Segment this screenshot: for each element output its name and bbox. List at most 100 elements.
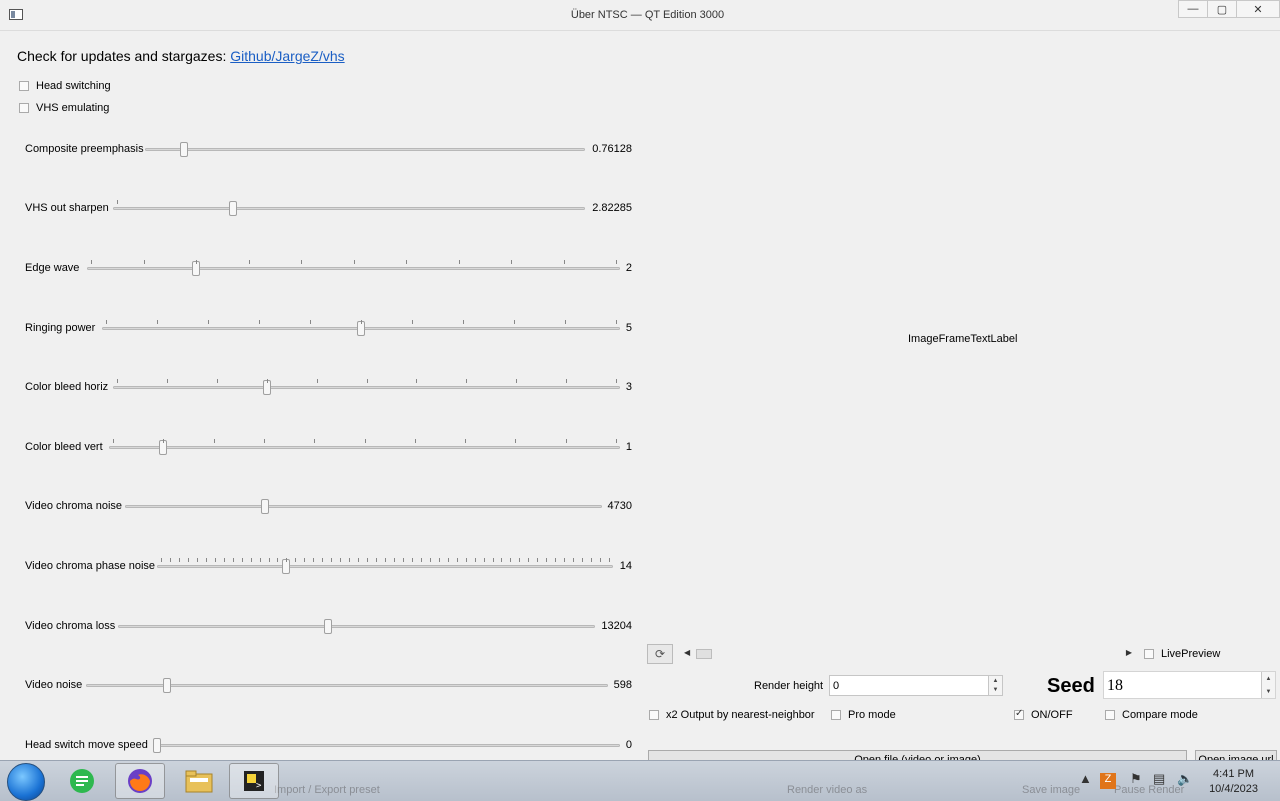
slider-tick: [414, 439, 416, 443]
slider-tick: [402, 558, 404, 562]
x2-output-checkbox-row[interactable]: x2 Output by nearest-neighbor: [649, 709, 815, 721]
slider-label: VHS out sharpen: [25, 202, 109, 214]
slider-tick: [232, 558, 234, 562]
slider-tick: [353, 260, 355, 264]
image-frame-label: ImageFrameTextLabel: [908, 333, 1018, 345]
firefox-icon[interactable]: [115, 763, 165, 799]
scroll-right-icon[interactable]: ▶: [1126, 648, 1132, 657]
slider-tick: [406, 260, 407, 264]
slider-track[interactable]: [153, 744, 620, 747]
slider-handle[interactable]: [261, 499, 269, 514]
slider-track[interactable]: [109, 446, 620, 449]
slider-tick: [268, 558, 270, 562]
slider-tick: [316, 379, 318, 383]
minimize-button[interactable]: —: [1178, 0, 1208, 18]
scrollbar-thumb[interactable]: [696, 649, 712, 659]
slider-tick: [166, 379, 168, 383]
slider-handle[interactable]: [153, 738, 161, 753]
slider-tick: [361, 320, 362, 324]
on-off-checkbox[interactable]: [1014, 708, 1024, 720]
live-preview-checkbox-row[interactable]: LivePreview: [1144, 648, 1220, 660]
start-button[interactable]: [7, 763, 45, 801]
updates-header: Check for updates and stargazes: Github/…: [17, 48, 345, 64]
slider-tick: [516, 379, 518, 383]
save-image-button-ghost[interactable]: Save image: [1022, 784, 1080, 796]
network-icon[interactable]: ▤: [1153, 771, 1165, 787]
slider-track[interactable]: [125, 505, 602, 508]
slider-label: Edge wave: [25, 262, 80, 274]
slider-tick: [208, 320, 209, 324]
slider-tick: [537, 558, 539, 562]
compare-mode-checkbox-row[interactable]: Compare mode: [1105, 709, 1198, 721]
render-height-spinbox[interactable]: 0 ▲ ▼: [829, 675, 1003, 696]
slider-track[interactable]: [157, 565, 613, 568]
window-controls: — ▢ ✕: [1178, 0, 1280, 20]
live-preview-checkbox[interactable]: [1144, 649, 1154, 659]
slider-tick: [519, 558, 521, 562]
close-button[interactable]: ✕: [1236, 0, 1280, 18]
slider-video-noise: Video noise 598: [25, 676, 632, 696]
volume-icon[interactable]: 🔈: [1177, 771, 1193, 787]
slider-track[interactable]: [118, 625, 595, 628]
on-off-checkbox-row[interactable]: ON/OFF: [1014, 708, 1073, 721]
render-video-button-ghost[interactable]: Render video as: [787, 784, 867, 796]
head-switching-checkbox[interactable]: [19, 81, 29, 91]
import-export-button-ghost[interactable]: Import / Export preset: [274, 784, 380, 796]
slider-tick: [456, 558, 458, 562]
frame-scrollbar[interactable]: ◀ ▶: [680, 646, 1136, 662]
slider-tick: [412, 320, 413, 324]
pro-mode-checkbox[interactable]: [831, 710, 841, 720]
tray-expand-icon[interactable]: ▲: [1079, 771, 1092, 786]
slider-value: 13204: [601, 620, 632, 632]
pro-mode-label: Pro mode: [848, 709, 896, 721]
spreadsheet-app-icon[interactable]: [57, 763, 107, 799]
slider-tick: [420, 558, 422, 562]
slider-tick: [616, 260, 617, 264]
slider-track[interactable]: [145, 148, 585, 151]
live-preview-label: LivePreview: [1161, 648, 1221, 660]
slider-handle[interactable]: [229, 201, 237, 216]
slider-tick: [223, 558, 225, 562]
slider-handle[interactable]: [163, 678, 172, 693]
pro-mode-checkbox-row[interactable]: Pro mode: [831, 709, 896, 721]
file-explorer-icon[interactable]: [174, 763, 224, 799]
spin-down-icon[interactable]: ▼: [988, 685, 1002, 695]
slider-label: Color bleed horiz: [25, 381, 109, 393]
head-switching-checkbox-row[interactable]: Head switching: [19, 80, 111, 92]
slider-tick: [616, 320, 617, 324]
slider-tick: [314, 439, 316, 443]
spin-up-icon[interactable]: ▲: [1261, 672, 1275, 685]
slider-tick: [582, 558, 584, 562]
seed-value: 18: [1107, 677, 1123, 694]
vhs-emulating-checkbox-row[interactable]: VHS emulating: [19, 102, 109, 114]
scroll-left-icon[interactable]: ◀: [684, 648, 690, 657]
slider-track[interactable]: [113, 386, 620, 389]
spin-up-icon[interactable]: ▲: [988, 676, 1002, 686]
slider-tick: [511, 260, 512, 264]
slider-tick: [241, 558, 243, 562]
slider-label: Video noise: [25, 679, 83, 691]
refresh-preview-button[interactable]: ⟳: [647, 644, 673, 664]
slider-track[interactable]: [113, 207, 585, 210]
render-height-label: Render height: [754, 680, 824, 692]
x2-output-checkbox[interactable]: [649, 710, 659, 720]
spin-down-icon[interactable]: ▼: [1261, 685, 1275, 698]
python-app-icon[interactable]: >: [229, 763, 279, 799]
system-clock[interactable]: 4:41 PM 10/4/2023: [1209, 767, 1258, 797]
slider-tick: [483, 558, 485, 562]
tray-app-icon[interactable]: Z: [1100, 773, 1116, 789]
slider-color-bleed-vert: Color bleed vert 1: [25, 438, 632, 458]
vhs-emulating-checkbox[interactable]: [19, 103, 29, 113]
flag-icon[interactable]: ⚑: [1130, 771, 1142, 787]
compare-mode-checkbox[interactable]: [1105, 710, 1115, 720]
slider-tick: [466, 379, 468, 383]
pause-render-button-ghost[interactable]: Pause Render: [1114, 784, 1184, 796]
slider-tick: [463, 320, 464, 324]
slider-track[interactable]: [87, 267, 620, 270]
slider-handle[interactable]: [179, 142, 188, 157]
github-link[interactable]: Github/JargeZ/vhs: [230, 48, 344, 64]
slider-tick: [438, 558, 440, 562]
slider-handle[interactable]: [324, 619, 333, 634]
seed-spinbox[interactable]: 18 ▲ ▼: [1103, 671, 1276, 699]
maximize-button[interactable]: ▢: [1207, 0, 1237, 18]
